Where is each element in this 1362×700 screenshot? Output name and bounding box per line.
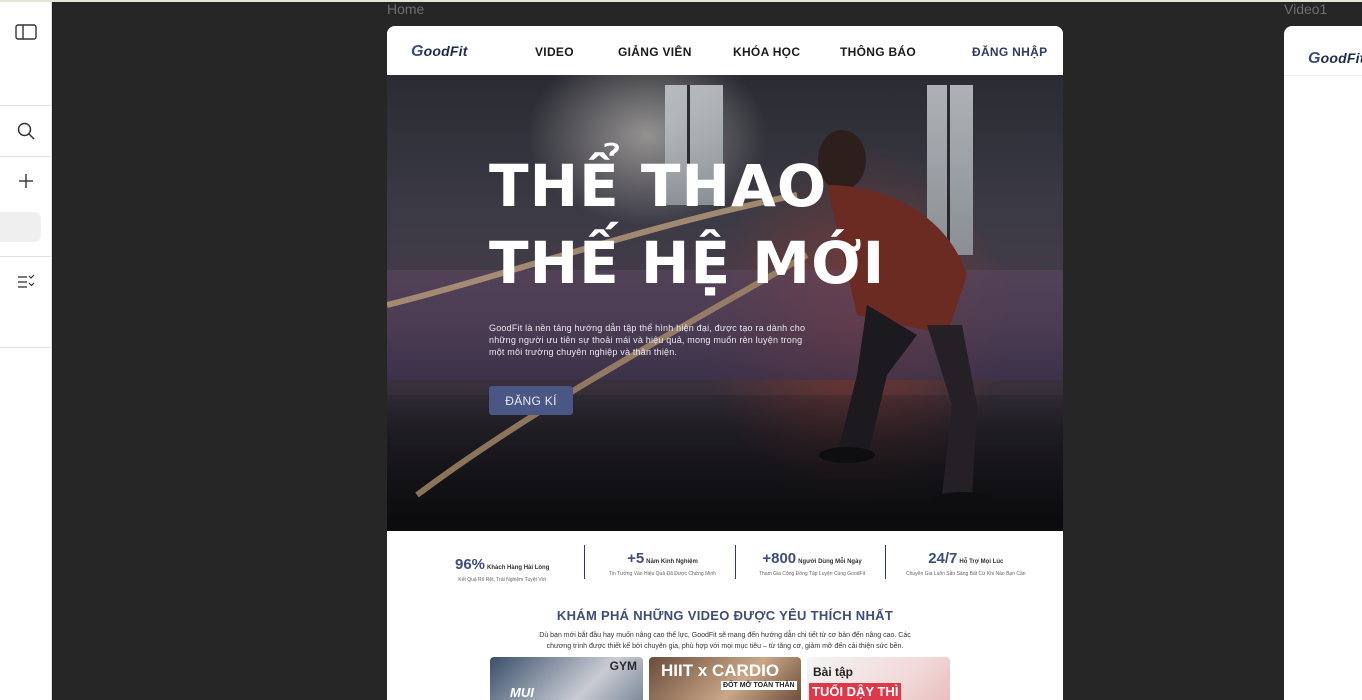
toolbar-divider [0, 347, 52, 348]
sidebar-toggle-button[interactable] [0, 12, 52, 52]
stat-experience: +5 Năm Kinh Nghiệm Tin Tưởng Vào Hiệu Quả… [609, 550, 716, 577]
video-frame[interactable]: GoodFit [1284, 26, 1362, 700]
active-tool-highlight[interactable] [0, 212, 41, 242]
left-toolbar [0, 0, 1362, 700]
toolbar-divider [0, 105, 52, 106]
site-logo[interactable]: GoodFit [1308, 50, 1362, 68]
thumbnail-caption: Bài tập [813, 665, 854, 679]
login-link[interactable]: ĐĂNG NHẬP [972, 45, 1047, 59]
logo-text: oodFit [1320, 50, 1362, 66]
section-description: Dù bạn mới bắt đầu hay muốn nâng cao thể… [539, 632, 911, 650]
nav-instructors[interactable]: GIẢNG VIÊN [618, 45, 692, 59]
thumbnail-caption: TUỔI DẬY THÌ [809, 683, 902, 700]
stat-value: 24/7 [928, 550, 958, 567]
stat-subtext: Tham Gia Cộng Đồng Tập Luyện Cùng GoodFi… [759, 571, 866, 577]
frame-label-home[interactable]: Home [387, 1, 424, 17]
stat-label: Hỗ Trợ Mọi Lúc [959, 559, 1004, 565]
sidebar-toggle-icon [15, 24, 37, 40]
add-button[interactable] [0, 161, 52, 201]
site-logo[interactable]: GoodFit [411, 43, 468, 61]
video-thumbnail[interactable]: GYM MUI [490, 657, 643, 700]
stat-value: +800 [762, 550, 797, 567]
toolbar-divider [0, 256, 52, 257]
logo-initial: G [411, 43, 424, 60]
hero-title-line-1: THỂ THAO [489, 152, 828, 220]
thumbnail-caption: GYM [609, 659, 637, 673]
list-check-icon [18, 274, 35, 288]
stat-subtext: Kết Quả Rõ Rệt, Trải Nghiệm Tuyệt Vời [458, 577, 547, 583]
stats-bar: 96% Khách Hàng Hài Lòng Kết Quả Rõ Rệt, T… [387, 534, 1063, 594]
video-thumbnail[interactable]: Bài tập TUỔI DẬY THÌ [807, 657, 950, 700]
stat-divider [735, 545, 736, 579]
stat-label: Khách Hàng Hài Lòng [487, 565, 550, 571]
stat-divider [584, 545, 585, 579]
toolbar-divider [0, 156, 52, 157]
stat-divider [885, 545, 886, 579]
hero-title-line-2: THẾ HỆ MỚI [489, 229, 886, 297]
nav-courses[interactable]: KHÓA HỌC [733, 45, 800, 59]
stat-support: 24/7 Hỗ Trợ Mọi Lúc Chuyên Gia Luôn Sẵn S… [906, 550, 1026, 577]
thumbnail-caption: HIIT x CARDIO [661, 661, 780, 680]
nav-video[interactable]: VIDEO [535, 45, 574, 59]
video-thumbnail[interactable]: HIIT x CARDIO ĐỐT MỠ TOÀN THÂN [649, 657, 801, 700]
section-title: KHÁM PHÁ NHỮNG VIDEO ĐƯỢC YÊU THÍCH NHẤT [556, 608, 894, 623]
frame-label-video[interactable]: Video1 [1284, 1, 1327, 17]
site-navbar: GoodFit VIDEO GIẢNG VIÊN KHÓA HỌC THÔNG … [387, 26, 1063, 75]
stat-label: Người Dùng Mỗi Ngày [798, 559, 862, 565]
plus-icon [19, 174, 33, 188]
hero-description: GoodFit là nền tảng hướng dẫn tập thể hì… [489, 323, 806, 357]
home-frame[interactable]: GoodFit VIDEO GIẢNG VIÊN KHÓA HỌC THÔNG … [387, 26, 1063, 700]
logo-text: oodFit [423, 43, 468, 59]
stat-label: Năm Kinh Nghiệm [646, 559, 698, 565]
logo-initial: G [1308, 50, 1321, 67]
stat-subtext: Tin Tưởng Vào Hiệu Quả Đã Được Chứng Min… [609, 571, 716, 577]
stat-value: 96% [455, 556, 486, 573]
search-button[interactable] [0, 111, 52, 151]
hero-athlete-illustration [387, 130, 992, 508]
stat-value: +5 [627, 550, 645, 567]
layers-button[interactable] [0, 262, 52, 302]
thumbnail-caption: ĐỐT MỠ TOÀN THÂN [721, 681, 797, 690]
stat-daily-users: +800 Người Dùng Mỗi Ngày Tham Gia Cộng Đồ… [759, 550, 865, 577]
stat-satisfaction: 96% Khách Hàng Hài Lòng Kết Quả Rõ Rệt, T… [455, 556, 549, 583]
stat-subtext: Chuyên Gia Luôn Sẵn Sàng Bất Cứ Khi Nào … [906, 571, 1026, 577]
site-navbar: GoodFit [1284, 26, 1362, 76]
register-button[interactable]: ĐĂNG KÍ [489, 386, 573, 415]
thumbnail-caption: MUI [510, 685, 534, 700]
search-icon [17, 122, 35, 140]
hero-banner: THỂ THAO THẾ HỆ MỚI GoodFit là nền tảng … [387, 75, 1063, 531]
nav-notifications[interactable]: THÔNG BÁO [840, 45, 916, 59]
